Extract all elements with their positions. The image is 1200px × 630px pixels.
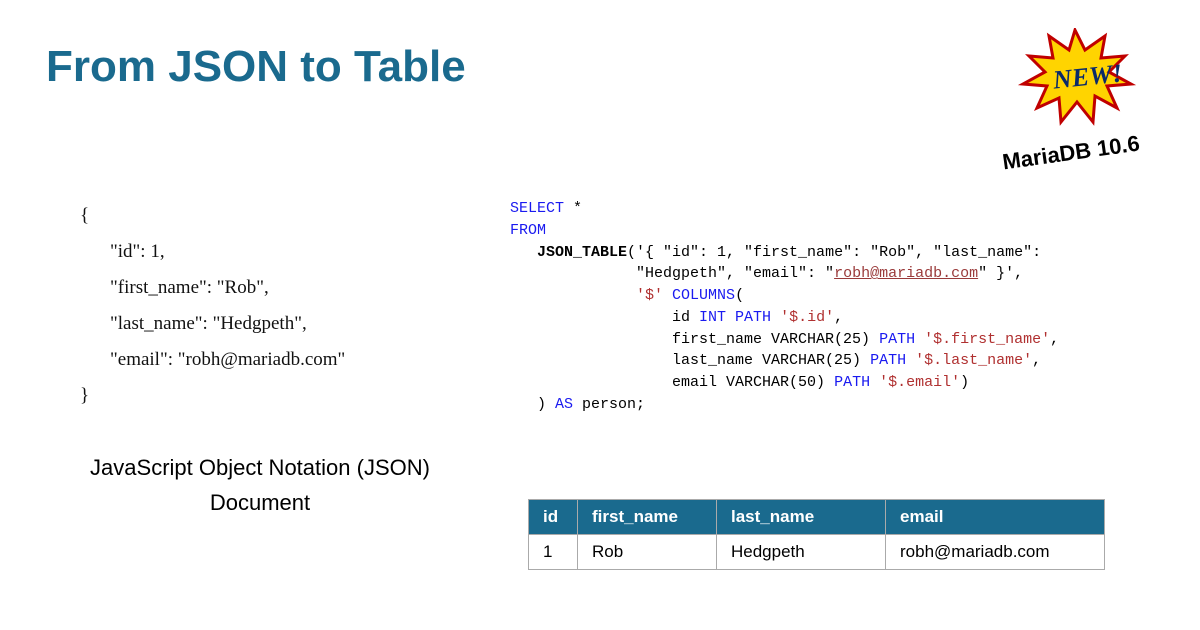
sql-kw: PATH [879, 331, 915, 348]
caption-line: Document [210, 490, 310, 515]
table-header-row: id first_name last_name email [529, 500, 1105, 535]
sql-tok: * [564, 200, 582, 217]
json-open-brace: { [80, 205, 89, 226]
sql-str: '$' [636, 287, 663, 304]
sql-tok: ('{ "id": 1, "first_name": "Rob", "last_… [627, 244, 1041, 261]
th-last-name: last_name [717, 500, 886, 535]
sql-tok: ) [960, 374, 969, 391]
json-line: "last_name": "Hedgpeth", [80, 306, 345, 342]
th-first-name: first_name [578, 500, 717, 535]
sql-tok: last_name VARCHAR(25) [672, 352, 870, 369]
sql-str: '$.last_name' [906, 352, 1032, 369]
sql-tok: "Hedgpeth", "email": " [636, 265, 834, 282]
th-email: email [886, 500, 1105, 535]
sql-kw: COLUMNS [663, 287, 735, 304]
json-close-brace: } [80, 385, 89, 406]
sql-kw: PATH [870, 352, 906, 369]
sql-str: '$.email' [870, 374, 960, 391]
sql-kw: AS [555, 396, 573, 413]
sql-tok: ) [537, 396, 555, 413]
sql-tok: first_name VARCHAR(25) [672, 331, 879, 348]
sql-tok: , [1032, 352, 1041, 369]
sql-kw: INT PATH [699, 309, 771, 326]
json-caption: JavaScript Object Notation (JSON) Docume… [80, 450, 440, 520]
sql-tok: ( [735, 287, 744, 304]
sql-str: '$.first_name' [915, 331, 1050, 348]
sql-tok: email VARCHAR(50) [672, 374, 834, 391]
version-label: MariaDB 10.6 [1001, 131, 1141, 176]
sql-tok: , [834, 309, 843, 326]
td-last-name: Hedgpeth [717, 535, 886, 570]
th-id: id [529, 500, 578, 535]
sql-tok: " }' [978, 265, 1014, 282]
json-line: "id": 1, [80, 234, 345, 270]
table-row: 1 Rob Hedgpeth robh@mariadb.com [529, 535, 1105, 570]
sql-tok: id [672, 309, 699, 326]
json-line: "first_name": "Rob", [80, 270, 345, 306]
slide-title: From JSON to Table [46, 42, 466, 92]
td-first-name: Rob [578, 535, 717, 570]
td-id: 1 [529, 535, 578, 570]
sql-tok: person; [573, 396, 645, 413]
sql-code-block: SELECT * FROM JSON_TABLE('{ "id": 1, "fi… [510, 198, 1059, 416]
sql-email: robh@mariadb.com [834, 265, 978, 282]
json-document-example: { "id": 1, "first_name": "Rob", "last_na… [80, 198, 345, 415]
td-email: robh@mariadb.com [886, 535, 1105, 570]
result-table: id first_name last_name email 1 Rob Hedg… [528, 499, 1105, 570]
sql-kw: PATH [834, 374, 870, 391]
sql-kw: FROM [510, 222, 546, 239]
sql-tok: , [1014, 265, 1023, 282]
sql-kw: SELECT [510, 200, 564, 217]
sql-fn: JSON_TABLE [537, 244, 627, 261]
sql-str: '$.id' [771, 309, 834, 326]
caption-line: JavaScript Object Notation (JSON) [90, 455, 430, 480]
json-line: "email": "robh@mariadb.com" [80, 342, 345, 378]
sql-tok: , [1050, 331, 1059, 348]
